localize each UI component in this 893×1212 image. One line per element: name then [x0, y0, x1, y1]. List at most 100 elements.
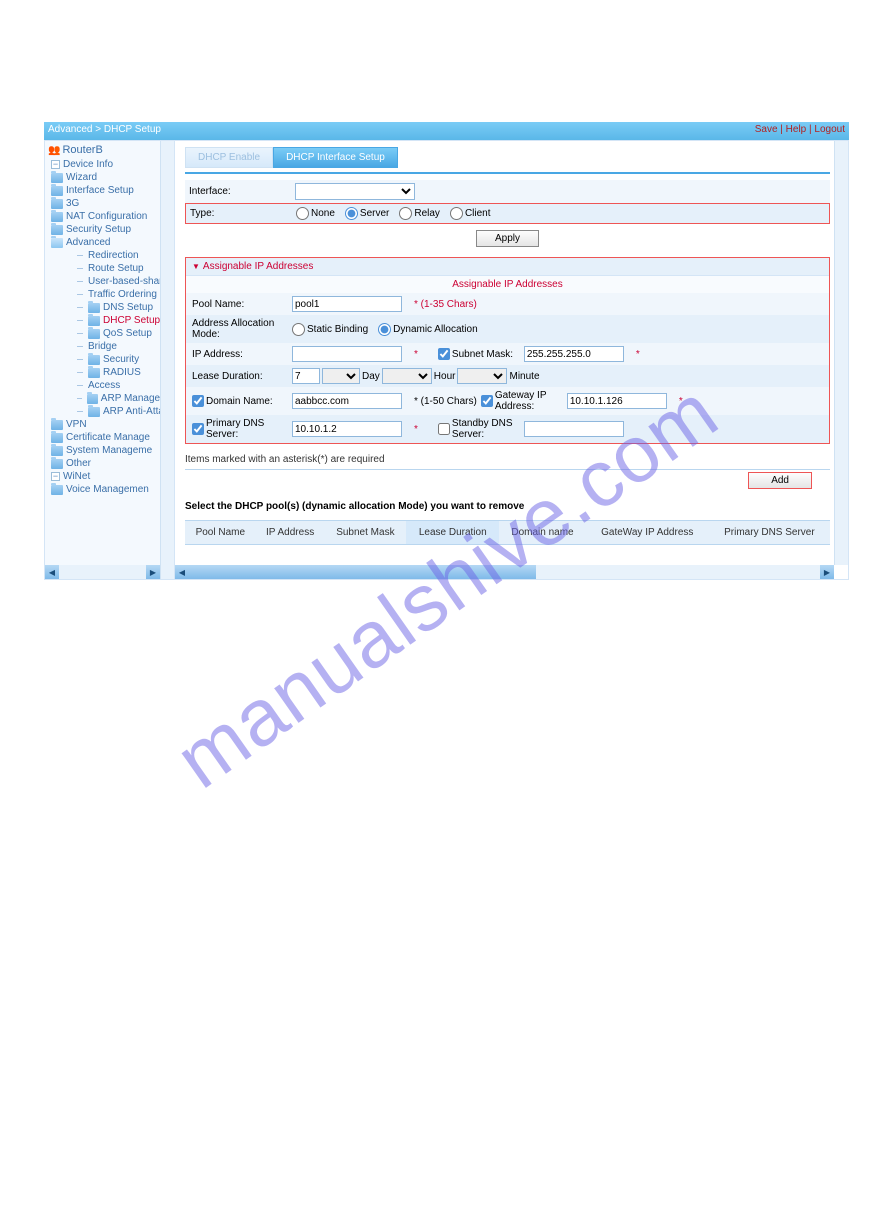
- sidebar-dns-setup[interactable]: DNS Setup: [63, 301, 174, 314]
- collapse-icon: −: [51, 472, 60, 481]
- domain-name-input[interactable]: [292, 393, 402, 409]
- content-vscroll[interactable]: [834, 141, 848, 565]
- primary-dns-input[interactable]: [292, 421, 402, 437]
- breadcrumb-bar: [202, 122, 849, 140]
- domain-hint: * (1-50 Chars): [412, 396, 477, 407]
- standby-dns-check[interactable]: [438, 423, 450, 435]
- breadcrumb: Advanced > DHCP Setup: [44, 122, 202, 140]
- type-relay[interactable]: Relay: [399, 207, 440, 220]
- sidebar-item-label: Security Setup: [66, 224, 131, 235]
- sidebar-interface-setup[interactable]: Interface Setup: [51, 184, 174, 197]
- add-button[interactable]: Add: [748, 472, 812, 489]
- col-lease-duration[interactable]: Lease Duration: [406, 521, 499, 545]
- content-hscroll[interactable]: ◀ ▶: [175, 565, 834, 579]
- gateway-ip-label: Gateway IP Address:: [495, 390, 567, 412]
- sidebar-arp-management[interactable]: ARP Manageme: [63, 392, 174, 405]
- interface-select[interactable]: [295, 183, 415, 200]
- lease-minute-select[interactable]: [457, 368, 507, 384]
- folder-icon: [51, 433, 63, 443]
- col-domain-name[interactable]: Domain name: [499, 521, 585, 545]
- subnet-mask-check[interactable]: [438, 348, 450, 360]
- sidebar-access[interactable]: Access: [63, 379, 174, 392]
- folder-icon: [51, 199, 63, 209]
- sidebar-item-label: Wizard: [66, 172, 97, 183]
- pool-name-label: Pool Name:: [192, 299, 292, 310]
- router-root[interactable]: RouterB: [45, 141, 174, 158]
- subnet-mask-input[interactable]: [524, 346, 624, 362]
- sidebar-device-info[interactable]: −Device Info: [51, 158, 174, 171]
- sidebar-security-setup[interactable]: Security Setup: [51, 223, 174, 236]
- scroll-left-icon[interactable]: ◀: [45, 565, 59, 579]
- ip-address-input[interactable]: [292, 346, 402, 362]
- panel-header[interactable]: Assignable IP Addresses: [186, 258, 829, 276]
- sidebar-qos-setup[interactable]: QoS Setup: [63, 327, 174, 340]
- remove-instruction: Select the DHCP pool(s) (dynamic allocat…: [185, 495, 830, 520]
- collapse-icon: −: [51, 160, 60, 169]
- type-client[interactable]: Client: [450, 207, 491, 220]
- sidebar-item-label: NAT Configuration: [66, 211, 147, 222]
- sidebar-traffic-ordering[interactable]: Traffic Ordering: [63, 288, 174, 301]
- primary-dns-label: Primary DNS Server:: [206, 418, 292, 440]
- sidebar-security[interactable]: Security: [63, 353, 174, 366]
- apply-button[interactable]: Apply: [476, 230, 539, 247]
- sidebar-vpn[interactable]: VPN: [51, 418, 174, 431]
- sidebar-route-setup[interactable]: Route Setup: [63, 262, 174, 275]
- sidebar-vscroll[interactable]: [160, 141, 174, 579]
- col-primary-dns[interactable]: Primary DNS Server: [709, 521, 830, 545]
- scroll-left-icon[interactable]: ◀: [175, 565, 189, 579]
- scroll-right-icon[interactable]: ▶: [146, 565, 160, 579]
- sidebar-advanced[interactable]: Advanced: [51, 236, 174, 249]
- gateway-ip-input[interactable]: [567, 393, 667, 409]
- folder-icon: [51, 173, 63, 183]
- sidebar-bridge[interactable]: Bridge: [63, 340, 174, 353]
- lease-day-select[interactable]: [322, 368, 360, 384]
- alloc-static[interactable]: Static Binding: [292, 323, 368, 336]
- folder-icon: [88, 329, 100, 339]
- tab-dhcp-interface-setup[interactable]: DHCP Interface Setup: [273, 147, 398, 168]
- save-link[interactable]: Save: [755, 124, 778, 135]
- sidebar-sys-manage[interactable]: System Manageme: [51, 444, 174, 457]
- primary-dns-check[interactable]: [192, 423, 204, 435]
- sidebar-nat-config[interactable]: NAT Configuration: [51, 210, 174, 223]
- col-pool-name[interactable]: Pool Name: [185, 521, 256, 545]
- sidebar-radius[interactable]: RADIUS: [63, 366, 174, 379]
- col-ip-address[interactable]: IP Address: [256, 521, 325, 545]
- sidebar-arp-anti[interactable]: ARP Anti-Attacl: [63, 405, 174, 418]
- tab-dhcp-enable[interactable]: DHCP Enable: [185, 147, 273, 168]
- help-link[interactable]: Help: [786, 124, 807, 135]
- sidebar-other[interactable]: Other: [51, 457, 174, 470]
- gateway-ip-check[interactable]: [481, 395, 493, 407]
- sidebar-voice[interactable]: Voice Managemen: [51, 483, 174, 496]
- standby-dns-input[interactable]: [524, 421, 624, 437]
- lease-duration-label: Lease Duration:: [192, 371, 292, 382]
- sidebar-winet[interactable]: −WiNet: [51, 470, 174, 483]
- type-server[interactable]: Server: [345, 207, 389, 220]
- folder-icon: [88, 368, 100, 378]
- interface-label: Interface:: [189, 186, 289, 197]
- folder-icon: [51, 212, 63, 222]
- col-gateway-ip[interactable]: GateWay IP Address: [586, 521, 709, 545]
- folder-icon: [51, 420, 63, 430]
- sidebar-3g[interactable]: 3G: [51, 197, 174, 210]
- router-icon: [48, 144, 60, 156]
- col-subnet-mask[interactable]: Subnet Mask: [325, 521, 407, 545]
- folder-icon: [88, 316, 100, 326]
- sidebar-cert-manage[interactable]: Certificate Manage: [51, 431, 174, 444]
- sidebar-dhcp-setup[interactable]: DHCP Setup: [63, 314, 174, 327]
- sidebar-wizard[interactable]: Wizard: [51, 171, 174, 184]
- sidebar-user-based[interactable]: User-based-sharin: [63, 275, 174, 288]
- subnet-mask-label: Subnet Mask:: [452, 349, 513, 360]
- lease-hour-select[interactable]: [382, 368, 432, 384]
- alloc-dynamic[interactable]: Dynamic Allocation: [378, 323, 477, 336]
- sidebar-hscroll[interactable]: ◀ ▶: [45, 565, 160, 579]
- sidebar-redirection[interactable]: Redirection: [63, 249, 174, 262]
- pool-name-hint: * (1-35 Chars): [412, 299, 477, 310]
- scroll-right-icon[interactable]: ▶: [820, 565, 834, 579]
- domain-name-check[interactable]: [192, 395, 204, 407]
- logout-link[interactable]: Logout: [814, 124, 845, 135]
- pool-name-input[interactable]: [292, 296, 402, 312]
- type-none[interactable]: None: [296, 207, 335, 220]
- lease-day-input[interactable]: [292, 368, 320, 384]
- folder-icon: [88, 407, 100, 417]
- sidebar-item-label: Device Info: [63, 159, 113, 170]
